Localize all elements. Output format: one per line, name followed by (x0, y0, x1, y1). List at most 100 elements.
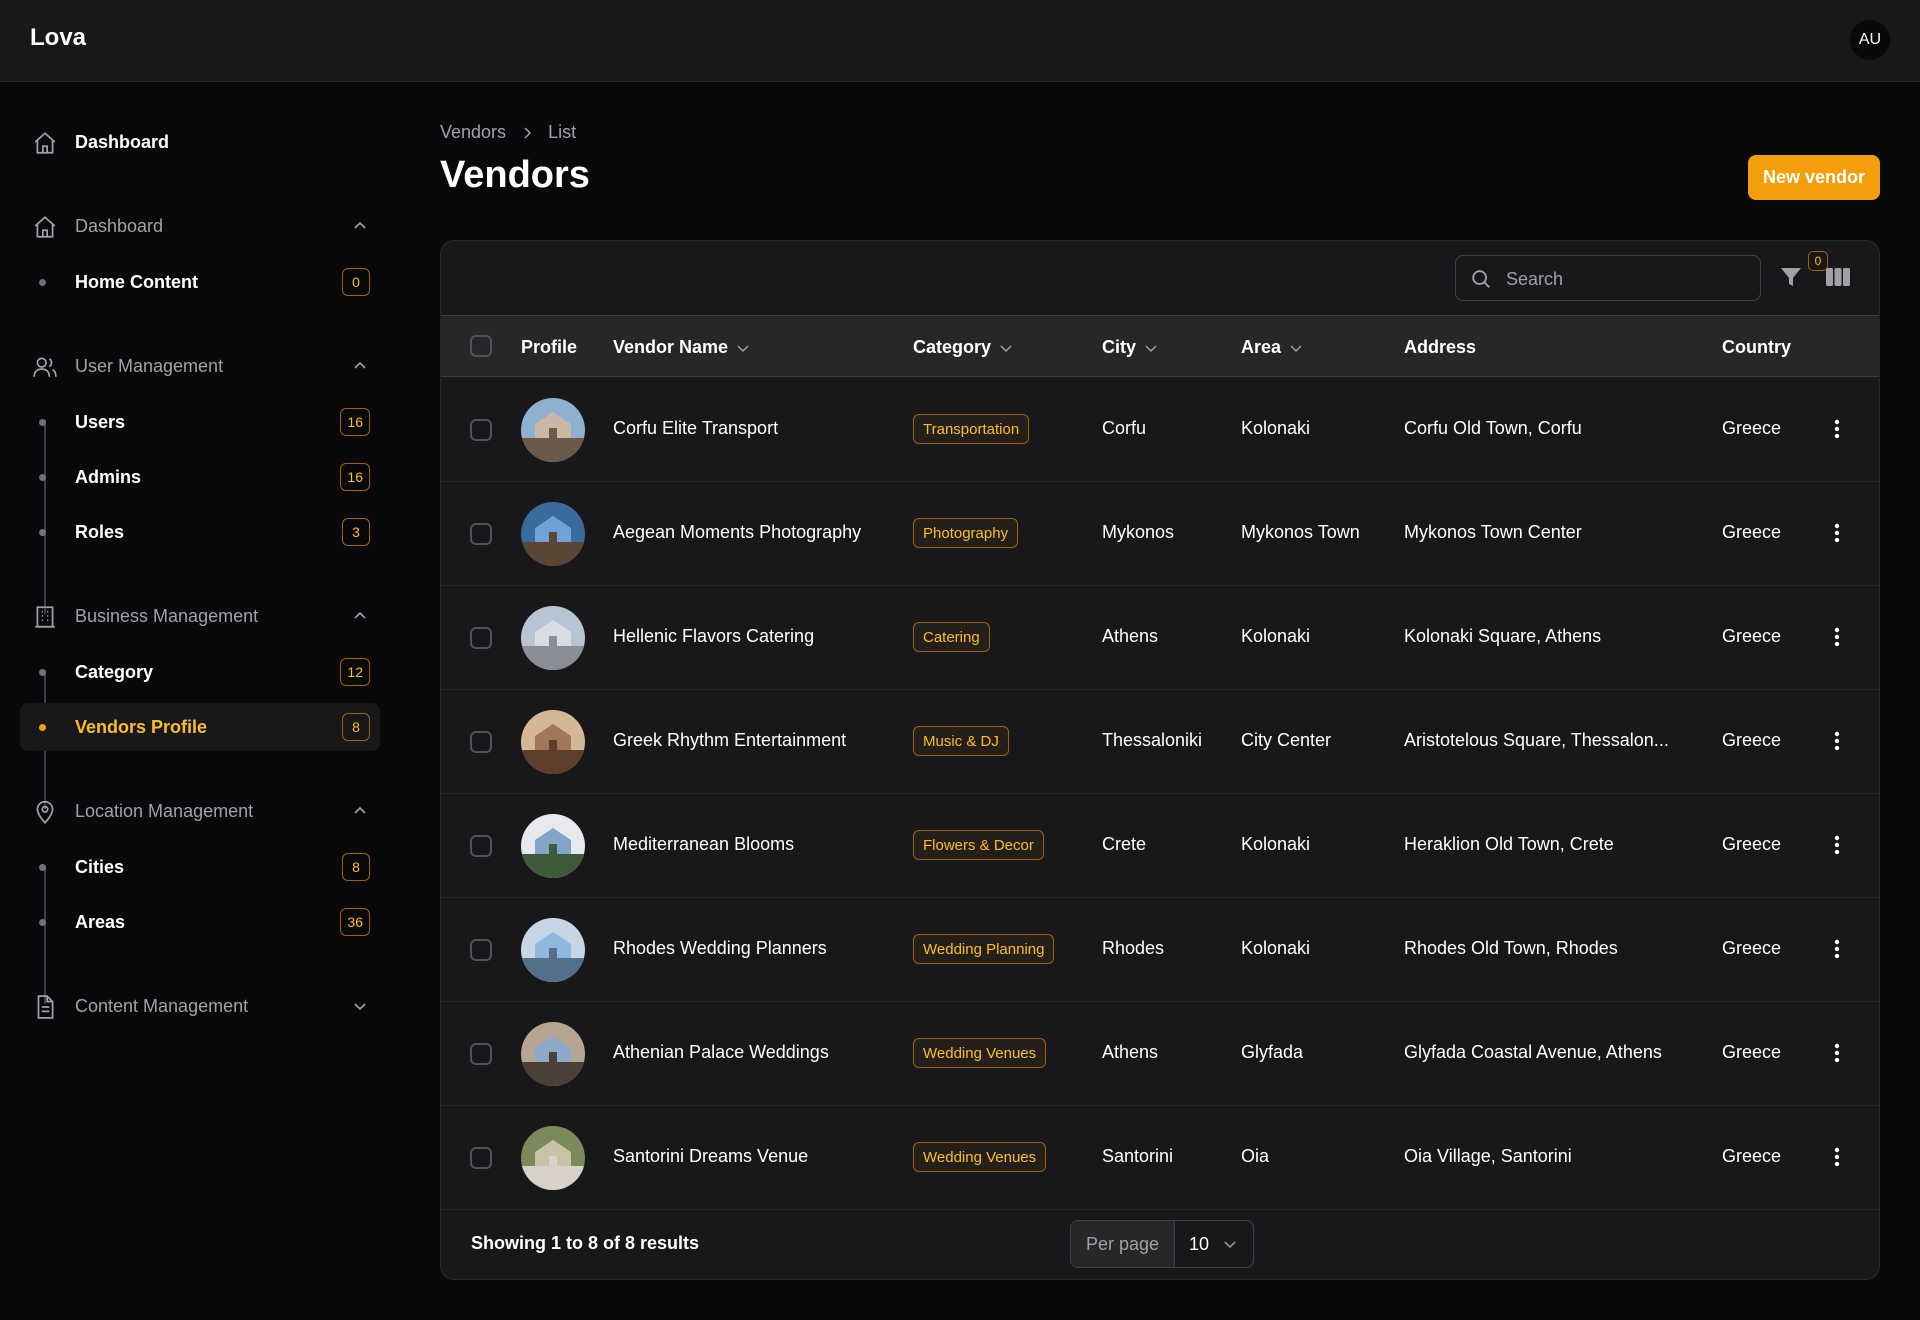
more-actions-icon[interactable] (1833, 522, 1841, 544)
sidebar-item-dashboard[interactable]: Dashboard (20, 118, 380, 166)
row-checkbox[interactable] (470, 1043, 492, 1065)
table-row[interactable]: Hellenic Flavors Catering Catering Athens K… (441, 586, 1879, 690)
column-country: Country (1722, 337, 1791, 357)
filter-icon[interactable] (1779, 265, 1803, 289)
city-cell: Rhodes (1102, 938, 1165, 958)
user-avatar[interactable]: AU (1850, 20, 1890, 60)
sidebar-group-user-management[interactable]: User Management (20, 342, 380, 390)
sidebar-item-admins[interactable]: Admins 16 (20, 453, 380, 501)
sidebar-item-roles[interactable]: Roles 3 (20, 508, 380, 556)
search-icon (1472, 270, 1490, 288)
vendor-avatar (521, 1022, 585, 1086)
count-badge: 8 (342, 853, 370, 881)
row-checkbox[interactable] (470, 627, 492, 649)
table-row[interactable]: Corfu Elite Transport Transportation Corfu… (441, 378, 1879, 482)
row-checkbox[interactable] (470, 1147, 492, 1169)
sidebar-item-label: Cities (75, 856, 125, 877)
per-page-value[interactable]: 10 (1175, 1221, 1253, 1267)
vendor-name[interactable]: Santorini Dreams Venue (613, 1146, 808, 1167)
chevron-down-icon (1290, 344, 1302, 352)
more-actions-icon[interactable] (1833, 1042, 1841, 1064)
more-actions-icon[interactable] (1833, 418, 1841, 440)
sidebar-item-home-content[interactable]: Home Content 0 (20, 258, 380, 306)
search-input[interactable]: Search (1455, 255, 1761, 301)
address-cell: Mykonos Town Center (1404, 522, 1582, 542)
sidebar-group-location-management[interactable]: Location Management (20, 787, 380, 835)
home-icon (34, 216, 56, 238)
search-placeholder: Search (1506, 269, 1564, 289)
sidebar-item-areas[interactable]: Areas 36 (20, 898, 380, 946)
column-area[interactable]: Area (1241, 337, 1303, 358)
area-cell: Glyfada (1241, 1042, 1304, 1062)
row-checkbox[interactable] (470, 835, 492, 857)
table-row[interactable]: Mediterranean Blooms Flowers & Decor Crete… (441, 794, 1879, 898)
per-page-select[interactable]: Per page 10 (1070, 1220, 1254, 1268)
sidebar-group-label: Business Management (75, 605, 259, 626)
category-badge: Flowers & Decor (913, 830, 1044, 860)
city-cell: Corfu (1102, 418, 1147, 438)
more-actions-icon[interactable] (1833, 938, 1841, 960)
chevron-down-icon (1000, 344, 1012, 352)
vendor-name[interactable]: Hellenic Flavors Catering (613, 626, 814, 647)
address-cell: Heraklion Old Town, Crete (1404, 834, 1614, 854)
address-cell: Aristotelous Square, Thessalon... (1404, 730, 1669, 750)
area-cell: City Center (1241, 730, 1332, 750)
bullet-dot (39, 419, 46, 426)
map-pin-icon (36, 800, 54, 825)
sidebar-group-dashboard[interactable]: Dashboard (20, 202, 380, 250)
table-row[interactable]: Athenian Palace Weddings Wedding Venues At… (441, 1002, 1879, 1106)
table-row[interactable]: Rhodes Wedding Planners Wedding Planning R… (441, 898, 1879, 1002)
address-cell: Rhodes Old Town, Rhodes (1404, 938, 1618, 958)
document-icon (37, 995, 54, 1019)
home-icon (34, 132, 56, 154)
building-icon (35, 606, 55, 628)
vendor-avatar (521, 606, 585, 670)
sidebar-item-category[interactable]: Category 12 (20, 648, 380, 696)
column-vendor-name[interactable]: Vendor Name (613, 337, 750, 358)
column-city[interactable]: City (1102, 337, 1158, 358)
sidebar-item-label: Roles (75, 521, 125, 542)
sidebar-item-vendors-profile[interactable]: Vendors Profile 8 (20, 703, 380, 751)
more-actions-icon[interactable] (1833, 834, 1841, 856)
vendor-name[interactable]: Greek Rhythm Entertainment (613, 730, 846, 751)
category-badge: Wedding Venues (913, 1038, 1047, 1068)
sidebar-item-label: Vendors Profile (75, 716, 208, 737)
row-checkbox[interactable] (470, 419, 492, 441)
area-cell: Kolonaki (1241, 938, 1311, 958)
breadcrumb-vendors[interactable]: Vendors (440, 122, 506, 143)
columns-icon[interactable] (1825, 265, 1851, 289)
vendor-name[interactable]: Athenian Palace Weddings (613, 1042, 829, 1063)
select-all-checkbox[interactable] (470, 335, 492, 357)
table-row[interactable]: Greek Rhythm Entertainment Music & DJ Thes… (441, 690, 1879, 794)
new-vendor-button[interactable]: New vendor (1748, 155, 1880, 200)
count-badge: 0 (342, 268, 370, 296)
sidebar-group-label: Location Management (75, 800, 254, 821)
row-checkbox[interactable] (470, 939, 492, 961)
category-badge: Music & DJ (913, 726, 1009, 756)
area-cell: Kolonaki (1241, 626, 1311, 646)
area-cell: Kolonaki (1241, 834, 1311, 854)
more-actions-icon[interactable] (1833, 730, 1841, 752)
sidebar-item-label: Dashboard (75, 131, 170, 152)
vendor-name[interactable]: Corfu Elite Transport (613, 418, 778, 439)
sidebar-group-business-management[interactable]: Business Management (20, 592, 380, 640)
vendor-name[interactable]: Mediterranean Blooms (613, 834, 794, 855)
city-cell: Santorini (1102, 1146, 1174, 1166)
sidebar-group-content-management[interactable]: Content Management (20, 982, 380, 1030)
more-actions-icon[interactable] (1833, 626, 1841, 648)
row-checkbox[interactable] (470, 731, 492, 753)
sidebar-item-cities[interactable]: Cities 8 (20, 843, 380, 891)
row-checkbox[interactable] (470, 523, 492, 545)
sidebar-item-label: Home Content (75, 271, 198, 292)
sidebar-item-users[interactable]: Users 16 (20, 398, 380, 446)
table-row[interactable]: Santorini Dreams Venue Wedding Venues Sant… (441, 1106, 1879, 1210)
country-cell: Greece (1722, 1146, 1782, 1166)
vendor-avatar (521, 814, 585, 878)
column-category[interactable]: Category (913, 337, 1013, 358)
more-actions-icon[interactable] (1833, 1146, 1841, 1168)
vendor-name[interactable]: Rhodes Wedding Planners (613, 938, 827, 959)
brand-logo[interactable]: Lova (30, 24, 86, 52)
category-badge: Photography (913, 518, 1019, 548)
table-row[interactable]: Aegean Moments Photography Photography Myk… (441, 482, 1879, 586)
vendor-name[interactable]: Aegean Moments Photography (613, 522, 861, 543)
